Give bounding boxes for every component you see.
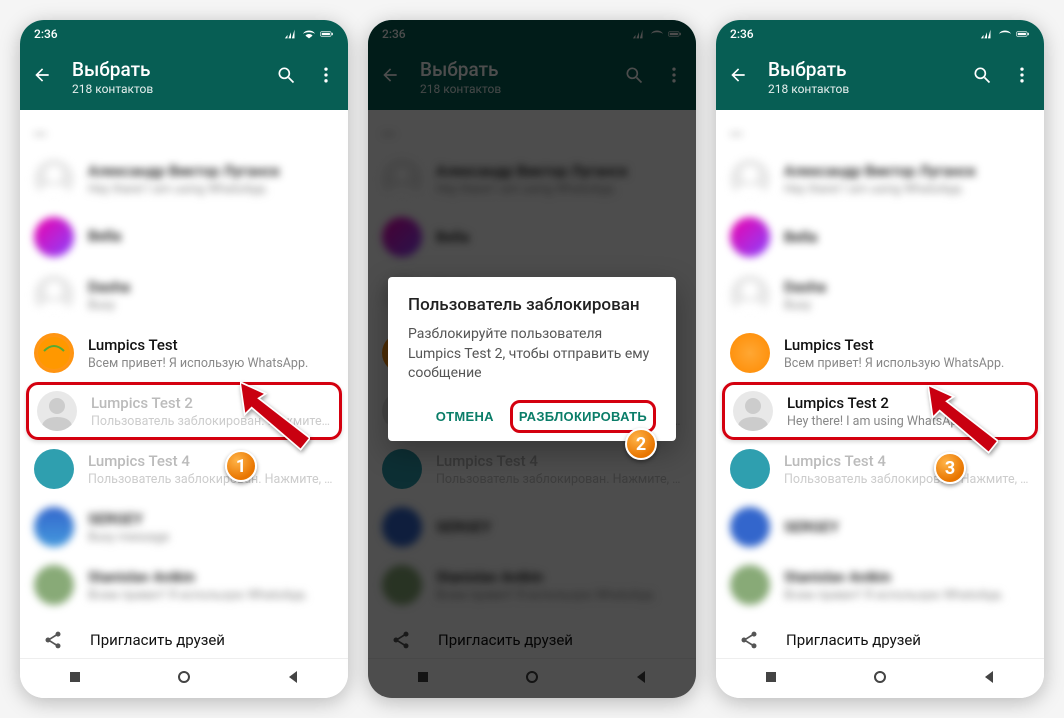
list-item[interactable]: Stanislav AnikinВсем привет! Я использую… <box>716 556 1044 614</box>
nav-recent-icon[interactable] <box>67 669 83 689</box>
contact-name: Lumpics Test <box>784 336 1030 354</box>
contact-list[interactable]: ... Александр Виктор ЛуганскHey there! I… <box>716 110 1044 658</box>
share-icon <box>42 630 64 650</box>
step-badge-3: 3 <box>934 452 966 484</box>
cancel-button[interactable]: ОТМЕНА <box>428 400 502 433</box>
list-item[interactable]: DashaBusy <box>20 266 348 324</box>
status-bar: 2:36 <box>716 20 1044 48</box>
nav-bar <box>716 658 1044 698</box>
status-time: 2:36 <box>730 27 754 41</box>
step-badge-1: 1 <box>225 450 257 482</box>
annotation-arrow <box>928 385 998 455</box>
nav-home-icon[interactable] <box>176 669 192 689</box>
status-icons <box>284 27 334 41</box>
app-title-block: Выбрать 218 контактов <box>72 58 276 96</box>
avatar <box>733 391 773 431</box>
phone-screen-2: 2:36 Выбрать218 контактов ... Александр … <box>368 20 696 698</box>
avatar <box>730 333 770 373</box>
list-item[interactable]: DashaBusy <box>716 266 1044 324</box>
phone-screen-3: 2:36 Выбрать218 контактов ... Александр … <box>716 20 1044 698</box>
app-bar: Выбрать218 контактов <box>716 48 1044 110</box>
dialog-body: Разблокируйте пользователя Lumpics Test … <box>408 325 656 384</box>
list-item[interactable]: Stanislav AnikinВсем привет! Я использую… <box>20 556 348 614</box>
app-bar: Выбрать 218 контактов <box>20 48 348 110</box>
avatar <box>34 159 74 199</box>
status-bar: 2:36 <box>20 20 348 48</box>
avatar <box>34 275 74 315</box>
search-icon[interactable] <box>276 65 296 89</box>
invite-friends[interactable]: Пригласить друзей <box>716 614 1044 658</box>
list-item[interactable]: Александр Виктор ЛуганскHey there! I am … <box>716 150 1044 208</box>
avatar <box>34 333 74 373</box>
nav-bar <box>20 658 348 698</box>
avatar <box>34 449 74 489</box>
page-title: Выбрать <box>768 58 972 81</box>
avatar <box>34 565 74 605</box>
list-item-lumpics[interactable]: Lumpics Test Всем привет! Я использую Wha… <box>716 324 1044 382</box>
contact-status: Пользователь заблокирован. Нажмите, ч... <box>88 472 334 487</box>
page-subtitle: 218 контактов <box>768 82 972 96</box>
share-icon <box>738 630 760 650</box>
more-icon[interactable] <box>1012 65 1032 89</box>
nav-back-icon[interactable] <box>285 669 301 689</box>
contact-name: Lumpics Test 4 <box>88 452 334 470</box>
list-item[interactable]: ... <box>716 110 1044 150</box>
nav-back-icon[interactable] <box>981 669 997 689</box>
list-item[interactable]: SERGEYBusy message <box>20 498 348 556</box>
list-item[interactable]: Александр Виктор ЛуганскHey there! I am … <box>20 150 348 208</box>
unblock-dialog: Пользователь заблокирован Разблокируйте … <box>388 277 676 441</box>
avatar <box>730 449 770 489</box>
step-badge-2: 2 <box>625 428 657 460</box>
back-icon[interactable] <box>728 65 748 89</box>
status-time: 2:36 <box>34 27 58 41</box>
contact-status: Всем привет! Я использую WhatsApp. <box>784 356 1030 371</box>
avatar <box>34 507 74 547</box>
list-item-lumpics[interactable]: Lumpics Test Всем привет! Я использую Wha… <box>20 324 348 382</box>
back-icon[interactable] <box>32 65 52 89</box>
avatar <box>37 391 77 431</box>
contact-name: Lumpics Test <box>88 336 334 354</box>
dialog-overlay[interactable]: Пользователь заблокирован Разблокируйте … <box>368 20 696 698</box>
page-title: Выбрать <box>72 58 276 81</box>
invite-friends[interactable]: Пригласить друзей <box>20 614 348 658</box>
nav-recent-icon[interactable] <box>763 669 779 689</box>
annotation-arrow <box>240 382 310 452</box>
avatar <box>34 217 74 257</box>
unblock-button[interactable]: РАЗБЛОКИРОВАТЬ <box>510 400 656 433</box>
phone-screen-1: 2:36 Выбрать 218 контактов ... Александр… <box>20 20 348 698</box>
dialog-title: Пользователь заблокирован <box>408 295 656 315</box>
nav-home-icon[interactable] <box>872 669 888 689</box>
more-icon[interactable] <box>316 65 336 89</box>
contact-status: Всем привет! Я использую WhatsApp. <box>88 356 334 371</box>
status-icons <box>980 27 1030 41</box>
search-icon[interactable] <box>972 65 992 89</box>
list-item[interactable]: Bella <box>716 208 1044 266</box>
list-item[interactable]: ... <box>20 110 348 150</box>
list-item[interactable]: Bella <box>20 208 348 266</box>
invite-label: Пригласить друзей <box>90 631 225 649</box>
page-subtitle: 218 контактов <box>72 82 276 96</box>
list-item[interactable]: SERGEY <box>716 498 1044 556</box>
